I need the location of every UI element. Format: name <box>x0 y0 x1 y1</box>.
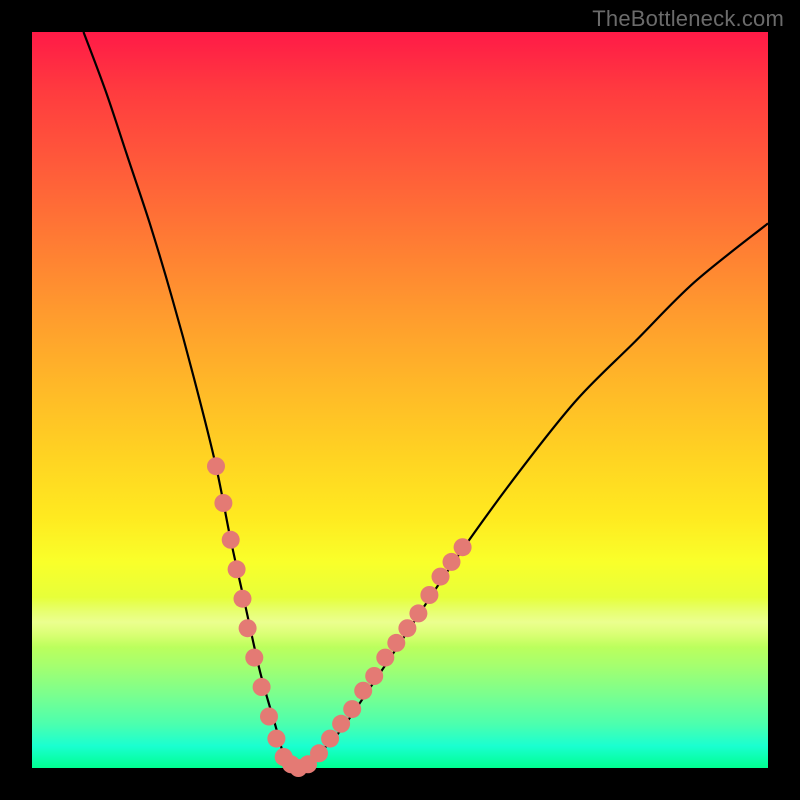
marker-dot <box>207 457 225 475</box>
marker-dot <box>354 682 372 700</box>
marker-dot <box>310 744 328 762</box>
marker-dot <box>443 553 461 571</box>
marker-dot <box>321 730 339 748</box>
chart-frame: TheBottleneck.com <box>0 0 800 800</box>
bottleneck-curve <box>84 32 769 769</box>
marker-dot <box>234 590 252 608</box>
marker-dot <box>245 649 263 667</box>
marker-dot <box>228 560 246 578</box>
marker-dot <box>398 619 416 637</box>
marker-dot <box>387 634 405 652</box>
marker-dot <box>267 730 285 748</box>
chart-svg <box>32 32 768 768</box>
marker-dot <box>432 568 450 586</box>
marker-dot <box>420 586 438 604</box>
marker-dot <box>343 700 361 718</box>
marker-dot <box>454 538 472 556</box>
marker-dot <box>260 708 278 726</box>
marker-dot <box>239 619 257 637</box>
marker-dot <box>214 494 232 512</box>
marker-dot <box>222 531 240 549</box>
marker-dot <box>332 715 350 733</box>
plot-area <box>32 32 768 768</box>
marker-dot <box>253 678 271 696</box>
marker-dot <box>365 667 383 685</box>
marker-dot <box>376 649 394 667</box>
marker-dot <box>409 604 427 622</box>
watermark-text: TheBottleneck.com <box>592 6 784 32</box>
